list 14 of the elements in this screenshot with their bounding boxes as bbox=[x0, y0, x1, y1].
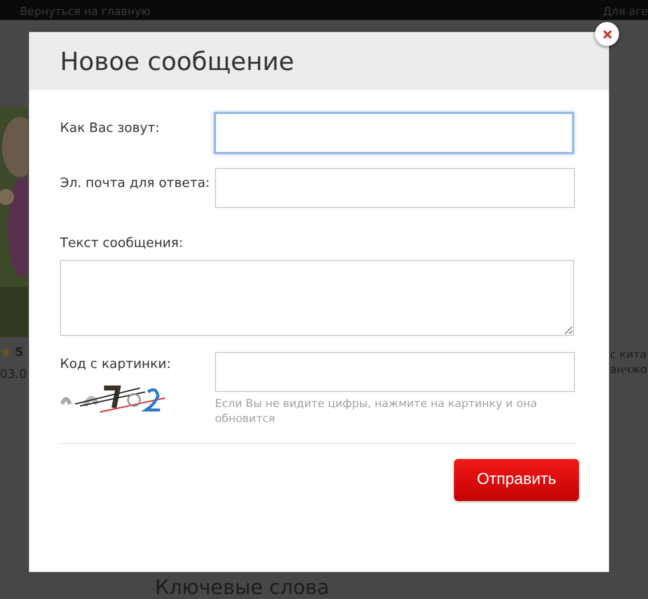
star-icon bbox=[0, 346, 12, 358]
hint-text: Если Вы не видите цифры, нажмите на картинку и она обновится bbox=[215, 396, 538, 426]
message-field[interactable] bbox=[60, 260, 574, 336]
field-label: Текст сообщения: bbox=[60, 235, 184, 251]
send-button[interactable]: Отправить bbox=[454, 459, 579, 501]
dialog-title: Новое сообщение bbox=[60, 46, 294, 76]
close-icon bbox=[602, 30, 612, 38]
field-label: Эл. почта для ответа: bbox=[60, 175, 211, 193]
field-label: Код с картинки: bbox=[60, 356, 172, 372]
input-field[interactable] bbox=[215, 168, 575, 208]
close-button[interactable] bbox=[595, 22, 619, 46]
input-field[interactable] bbox=[215, 352, 575, 392]
field-label: Как Вас зовут: bbox=[60, 120, 161, 138]
input-field[interactable] bbox=[214, 112, 574, 154]
